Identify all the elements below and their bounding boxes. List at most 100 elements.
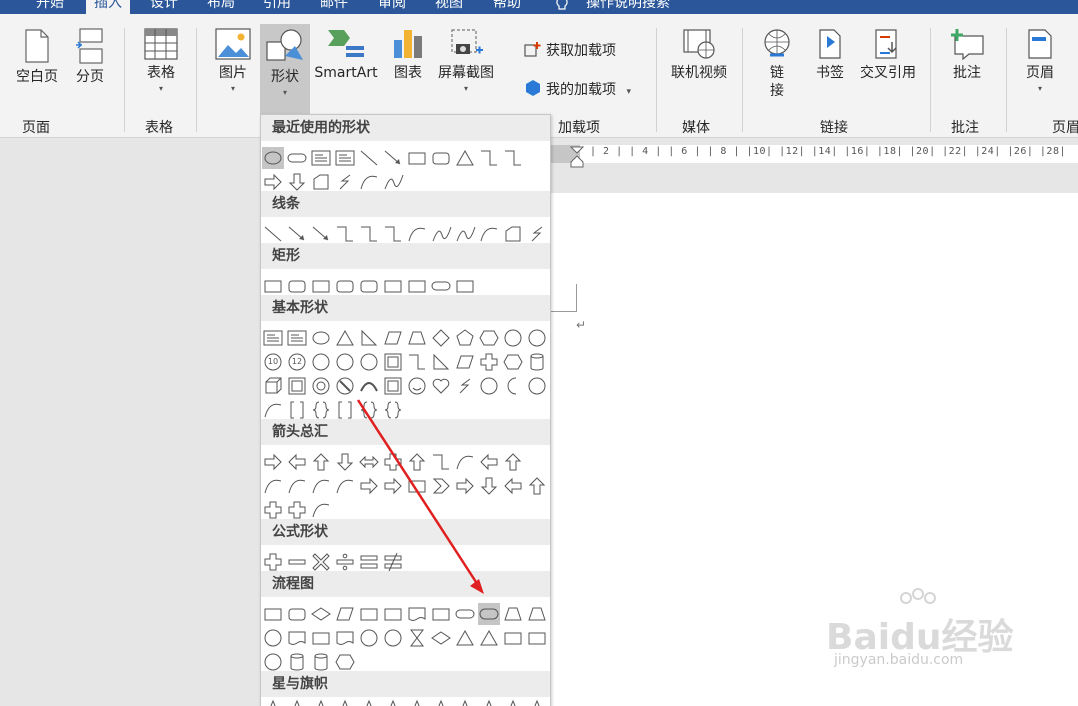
shape-option-rrect[interactable] [358, 275, 380, 297]
shape-option-plus[interactable] [478, 351, 500, 373]
shape-option-star[interactable] [334, 699, 356, 706]
new-comment-button[interactable]: 批注 [944, 28, 990, 82]
tab-home[interactable]: 开始 [36, 0, 64, 12]
shape-option-rect[interactable] [430, 603, 452, 625]
shape-option-trap[interactable] [502, 603, 524, 625]
shape-option-tri[interactable] [454, 627, 476, 649]
shape-option-rect[interactable] [262, 603, 284, 625]
shape-option-darrow[interactable] [286, 171, 308, 193]
shape-option-hex[interactable] [502, 351, 524, 373]
shape-option-hex[interactable] [478, 327, 500, 349]
shape-option-uarrow[interactable] [526, 475, 548, 497]
shape-option-pill[interactable] [430, 275, 452, 297]
shape-option-curve[interactable] [286, 475, 308, 497]
shape-option-rtri[interactable] [430, 351, 452, 373]
online-video-button[interactable]: 联机视频 [668, 28, 730, 82]
smartart-button[interactable]: SmartArt [312, 28, 380, 82]
shape-option-chevron[interactable] [430, 475, 452, 497]
shape-option-pill[interactable] [454, 603, 476, 625]
shape-option-line[interactable] [358, 147, 380, 169]
shape-option-rect[interactable] [406, 475, 428, 497]
header-button[interactable]: 页眉 ▾ [1020, 28, 1060, 94]
shape-option-doc[interactable] [286, 627, 308, 649]
shape-option-equal[interactable] [358, 551, 380, 573]
shape-option-elbow[interactable] [334, 223, 356, 245]
get-addins-button[interactable]: 获取加载项 [524, 40, 616, 60]
shape-option-para[interactable] [334, 603, 356, 625]
shape-option-star[interactable] [286, 699, 308, 706]
shape-option-smile[interactable] [406, 375, 428, 397]
shape-option-donut[interactable] [310, 375, 332, 397]
shape-option-rect[interactable] [262, 275, 284, 297]
shape-option-darrow[interactable] [478, 475, 500, 497]
shape-option-star[interactable] [502, 699, 524, 706]
shape-option-circ[interactable] [478, 375, 500, 397]
shape-option-curve[interactable] [310, 475, 332, 497]
shape-option-hourglass[interactable] [406, 627, 428, 649]
shape-option-rect[interactable] [406, 147, 428, 169]
shape-option-flowchart-terminator-selected[interactable] [478, 603, 500, 625]
shape-option-tri[interactable] [334, 327, 356, 349]
shape-option-elbow[interactable] [502, 147, 524, 169]
shape-option-curve[interactable] [406, 223, 428, 245]
shape-option-plus[interactable] [262, 551, 284, 573]
shape-option-arrowline[interactable] [286, 223, 308, 245]
my-addins-button[interactable]: 我的加载项 ▾ [524, 79, 631, 101]
shape-option-curve[interactable] [262, 475, 284, 497]
shape-option-freeform[interactable] [310, 171, 332, 193]
shape-option-elbow[interactable] [430, 451, 452, 473]
shape-option-rect[interactable] [526, 627, 548, 649]
tab-design[interactable]: 设计 [150, 0, 178, 12]
shape-option-textbox[interactable] [286, 327, 308, 349]
tab-help[interactable]: 帮助 [493, 0, 521, 12]
shape-option-star[interactable] [262, 699, 284, 706]
shape-option-doc[interactable] [334, 627, 356, 649]
shape-option-star[interactable] [358, 699, 380, 706]
tab-references[interactable]: 引用 [263, 0, 291, 12]
shape-option-frame[interactable] [382, 351, 404, 373]
shape-option-pent[interactable] [454, 327, 476, 349]
shapes-button[interactable]: 形状 ▾ [260, 24, 310, 126]
shape-option-rect[interactable] [406, 275, 428, 297]
shape-option-doc[interactable] [406, 603, 428, 625]
shape-option-textbox[interactable] [334, 147, 356, 169]
shape-option-scribble[interactable] [526, 223, 548, 245]
shape-option-star[interactable] [406, 699, 428, 706]
shape-option-plus[interactable] [382, 451, 404, 473]
shape-option-curve[interactable] [454, 451, 476, 473]
shape-option-circ[interactable] [526, 327, 548, 349]
page-break-button[interactable]: 分页 [70, 28, 110, 86]
shape-option-star[interactable] [526, 699, 548, 706]
shape-option-oval[interactable] [310, 327, 332, 349]
tab-review[interactable]: 审阅 [378, 0, 406, 12]
cross-reference-button[interactable]: 交叉引用 [856, 28, 920, 82]
shape-option-hex[interactable] [334, 651, 356, 673]
shape-option-line[interactable] [262, 223, 284, 245]
shape-option-curve[interactable] [334, 475, 356, 497]
shape-option-larrow[interactable] [502, 475, 524, 497]
shape-option-elbow[interactable] [478, 147, 500, 169]
shape-option-times[interactable] [310, 551, 332, 573]
shape-option-scurve[interactable] [454, 223, 476, 245]
shape-option-oval[interactable] [262, 147, 284, 169]
shape-option-elbow[interactable] [382, 223, 404, 245]
shape-option-trap[interactable] [526, 603, 548, 625]
shape-option-decision[interactable] [430, 627, 452, 649]
shape-option-rect[interactable] [382, 275, 404, 297]
horizontal-ruler[interactable]: | 2 | | 4 | | 6 | | 8 | |10| |12| |14| |… [550, 145, 1078, 163]
shape-option-para[interactable] [382, 327, 404, 349]
shape-option-rarrow[interactable] [262, 451, 284, 473]
shape-option-arrowline[interactable] [382, 147, 404, 169]
shape-option-tri[interactable] [478, 627, 500, 649]
shape-option-scribble[interactable] [334, 171, 356, 193]
shape-option-larrow[interactable] [286, 451, 308, 473]
shape-option-rrect[interactable] [286, 275, 308, 297]
shape-option-rect[interactable] [310, 627, 332, 649]
shape-option-circ[interactable] [526, 375, 548, 397]
shape-option-brace[interactable] [310, 399, 332, 421]
shape-option-circ[interactable] [502, 327, 524, 349]
shape-option-rarrow[interactable] [382, 475, 404, 497]
tab-insert[interactable]: 插入 [86, 0, 130, 14]
shape-option-decision[interactable] [310, 603, 332, 625]
shape-option-can[interactable] [526, 351, 548, 373]
